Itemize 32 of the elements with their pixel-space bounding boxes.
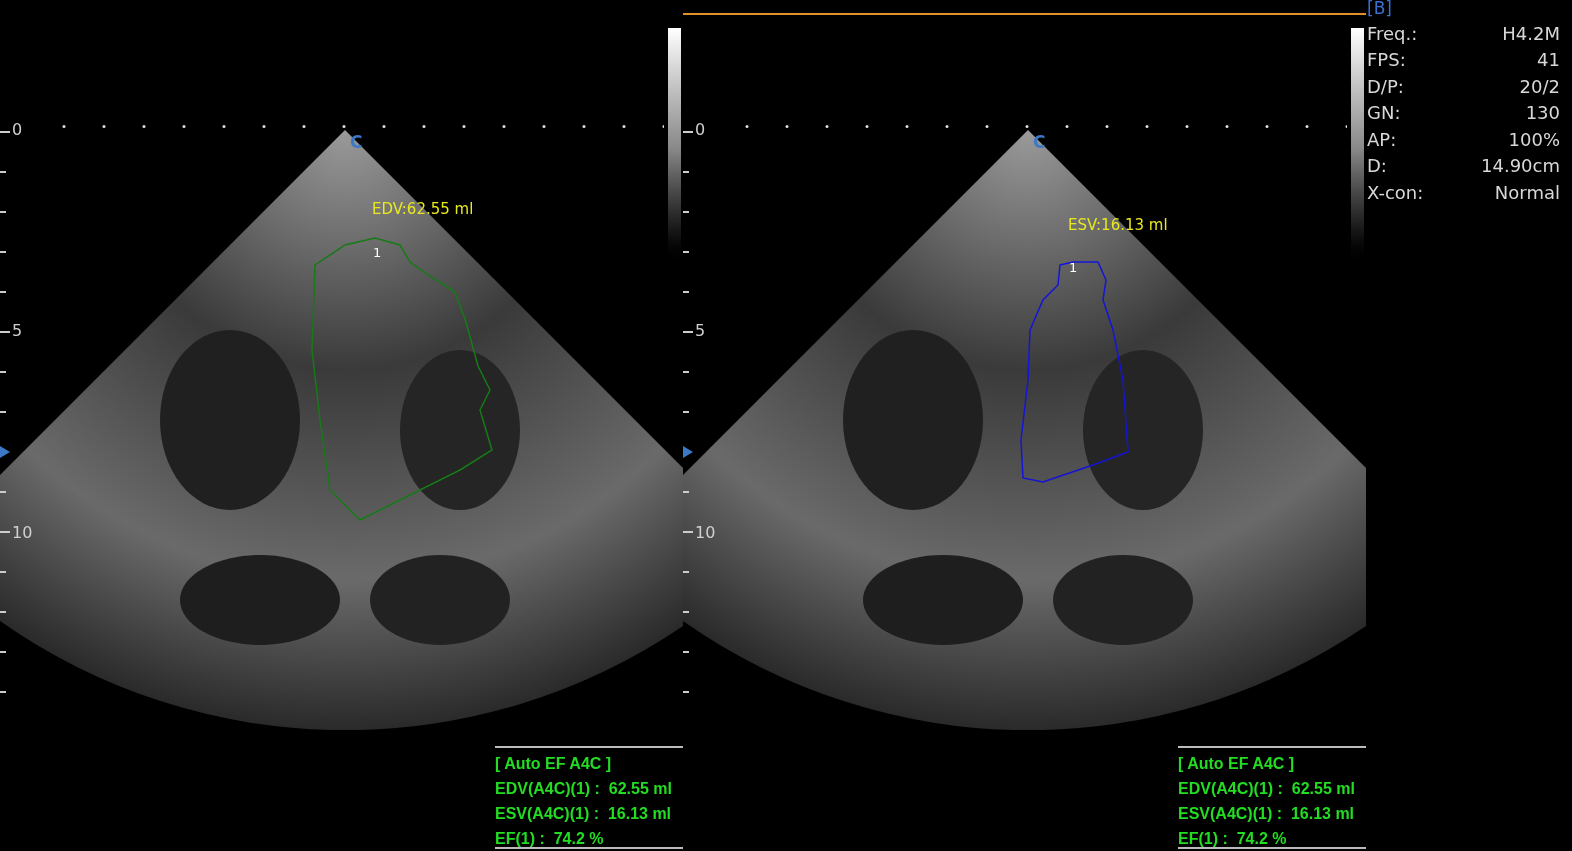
- depth-label: 0: [695, 120, 706, 140]
- parameter-label: D:: [1367, 154, 1387, 179]
- parameter-label: FPS:: [1367, 48, 1406, 73]
- parameter-label: GN:: [1367, 101, 1401, 126]
- mode-label: [B]: [1367, 0, 1393, 20]
- contour-number: 1: [373, 244, 382, 262]
- parameter-label: X-con:: [1367, 180, 1424, 205]
- result-line: EDV(A4C)(1) : 62.55 ml: [1178, 779, 1355, 799]
- parameter-label: Freq.:: [1367, 21, 1418, 46]
- depth-label: 10: [12, 523, 33, 543]
- depth-label: 5: [695, 321, 706, 341]
- result-line: EDV(A4C)(1) : 62.55 ml: [495, 779, 672, 799]
- results-title: [ Auto EF A4C ]: [1178, 754, 1295, 774]
- parameter-value: 130: [1525, 101, 1560, 126]
- result-line: EF(1) : 74.2 %: [495, 829, 604, 849]
- focus-marker-icon: [0, 446, 10, 458]
- parameter-value: 14.90cm: [1481, 154, 1560, 179]
- depth-label: 5: [12, 321, 23, 341]
- result-line: ESV(A4C)(1) : 16.13 ml: [495, 804, 672, 824]
- parameter-value: 41: [1537, 48, 1560, 73]
- result-line: ESV(A4C)(1) : 16.13 ml: [1178, 804, 1355, 824]
- parameter-value: Normal: [1494, 180, 1560, 205]
- contour-number: 1: [1069, 259, 1078, 277]
- parameter-value: 20/2: [1519, 74, 1560, 99]
- result-line: EF(1) : 74.2 %: [1178, 829, 1287, 849]
- depth-label: 10: [695, 523, 716, 543]
- parameter-value: 100%: [1508, 127, 1560, 152]
- parameter-label: AP:: [1367, 127, 1397, 152]
- parameter-value: H4.2M: [1502, 21, 1560, 46]
- results-title: [ Auto EF A4C ]: [495, 754, 612, 774]
- parameter-label: D/P:: [1367, 74, 1404, 99]
- depth-label: 0: [12, 120, 23, 140]
